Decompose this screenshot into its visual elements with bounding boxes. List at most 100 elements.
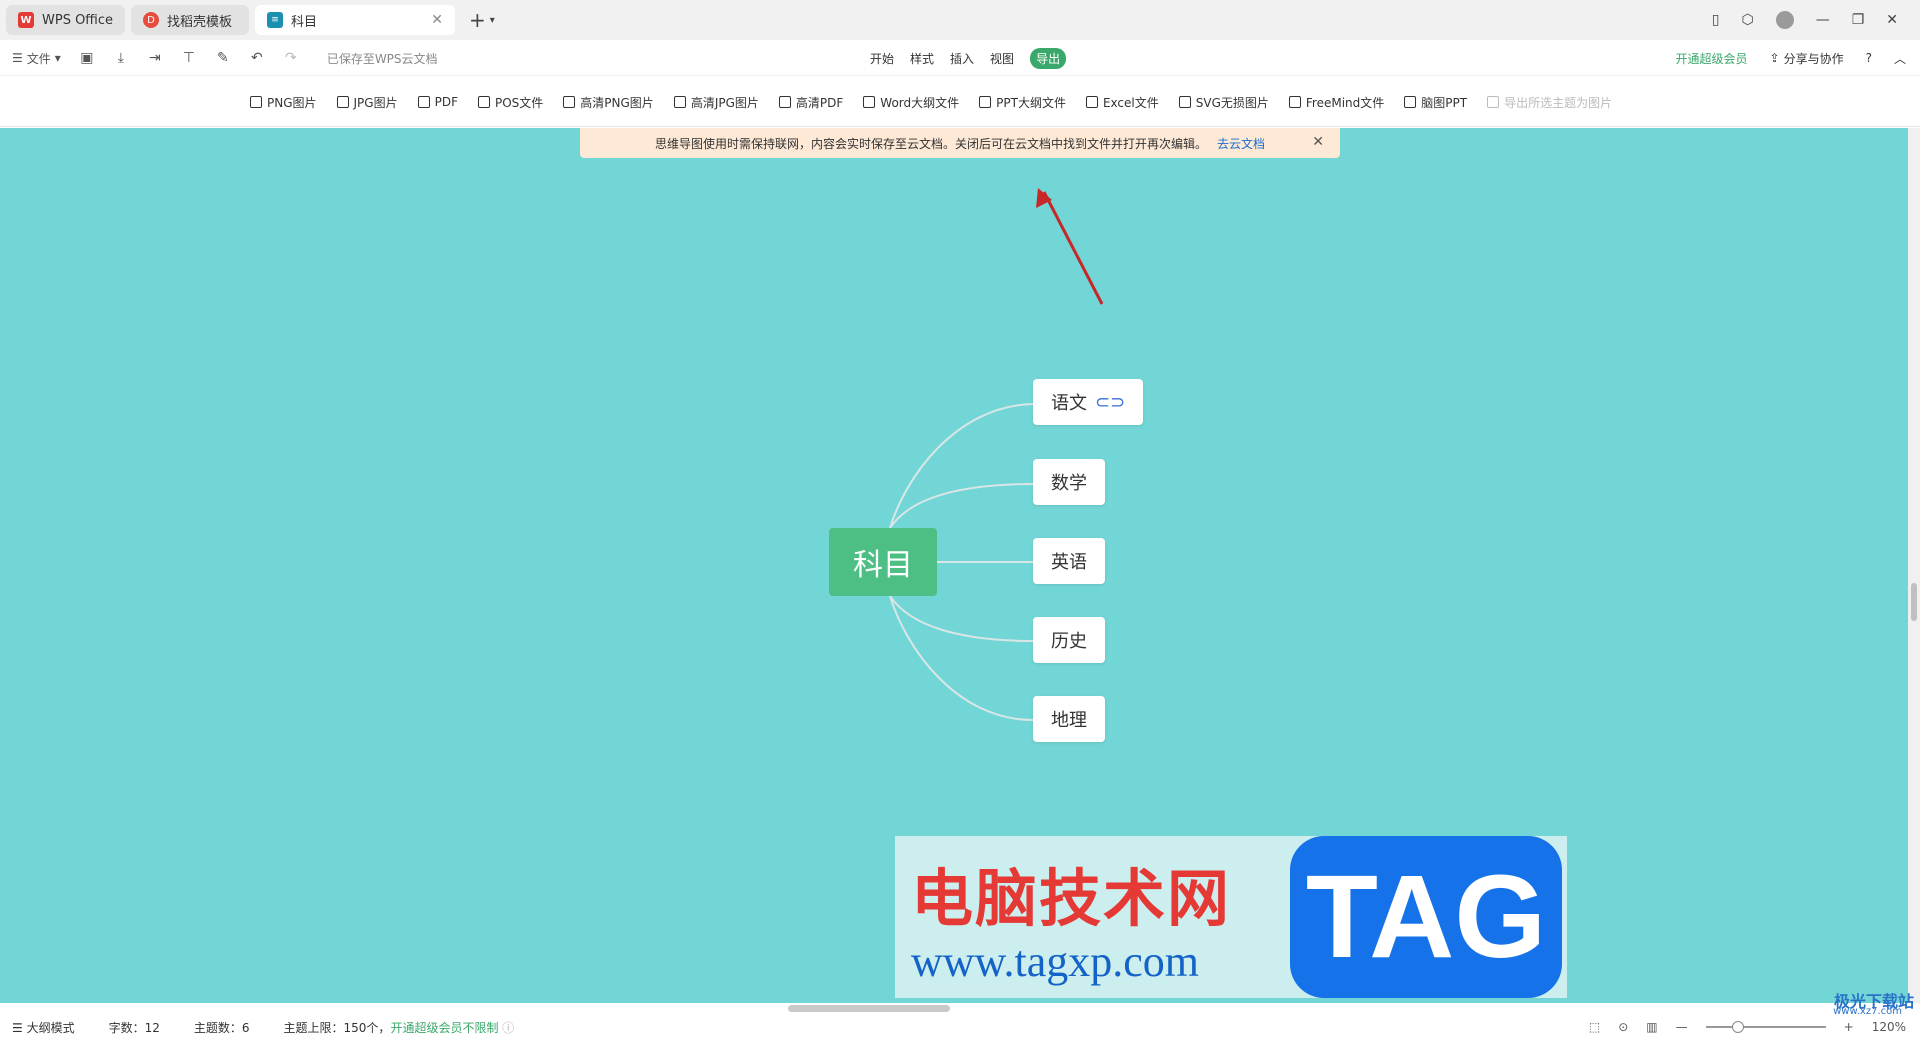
export-options: PNG图片 JPG图片 PDF POS文件 高清PNG图片 高清JPG图片 高清… [250, 77, 1612, 127]
format-painter-icon[interactable]: ⊤ [181, 50, 197, 66]
mindmap-file-icon: ≡ [267, 12, 284, 28]
ppt-icon [979, 96, 992, 108]
outline-mode-label: 大纲模式 [26, 1020, 75, 1035]
save-icon[interactable]: ▣ [79, 50, 95, 66]
help-icon[interactable]: ? [1866, 51, 1872, 65]
export-hd-jpg-button[interactable]: 高清JPG图片 [673, 94, 759, 111]
pdf-icon [417, 96, 430, 108]
export-ribbon: PNG图片 JPG图片 PDF POS文件 高清PNG图片 高清JPG图片 高清… [0, 77, 1920, 127]
close-icon[interactable]: ✕ [431, 12, 443, 28]
zoom-slider-thumb[interactable] [1731, 1021, 1744, 1033]
zoom-level[interactable]: 120% [1872, 1020, 1906, 1034]
undo-icon[interactable]: ↶ [249, 50, 265, 66]
map-icon[interactable]: ▥ [1646, 1020, 1657, 1034]
export-hd-png-button[interactable]: 高清PNG图片 [563, 94, 654, 111]
new-tab-button[interactable]: + [469, 8, 486, 32]
export-svg-button[interactable]: SVG无损图片 [1178, 94, 1269, 111]
vertical-scrollbar[interactable] [1908, 128, 1920, 1003]
avatar[interactable] [1775, 11, 1794, 29]
zoom-in-icon[interactable]: + [1844, 1020, 1854, 1034]
export-pos-button[interactable]: POS文件 [477, 94, 544, 111]
mindmap-ppt-icon [1404, 96, 1417, 108]
outline-mode-button[interactable]: ☰ 大纲模式 [12, 1019, 75, 1036]
excel-icon [1085, 96, 1098, 108]
horizontal-scroll-thumb[interactable] [788, 1005, 950, 1012]
export-ppt-outline-button[interactable]: PPT大纲文件 [979, 94, 1066, 111]
export-freemind-button[interactable]: FreeMind文件 [1288, 94, 1385, 111]
chevron-down-icon[interactable]: ▾ [490, 15, 495, 26]
pen-icon[interactable]: ✎ [215, 50, 231, 66]
export-hd-pdf-button[interactable]: 高清PDF [778, 94, 844, 111]
select-icon[interactable]: ⬚ [1589, 1020, 1600, 1034]
menu-right-actions: 开通超级会员 ⇪ 分享与协作 ? ︿ [1676, 40, 1906, 76]
tab-label: 科目 [291, 14, 318, 30]
zoom-out-icon[interactable]: — [1676, 1020, 1688, 1034]
export-png-button[interactable]: PNG图片 [250, 94, 317, 111]
ribbon-item-label: POS文件 [494, 95, 544, 110]
file-menu-button[interactable]: ☰ 文件 ▾ [12, 50, 61, 67]
ribbon-item-label: PPT大纲文件 [996, 95, 1066, 110]
main-menu-tabs: 开始 样式 插入 视图 导出 [870, 40, 1067, 76]
ribbon-item-label: 脑图PPT [1421, 95, 1468, 110]
minimize-icon[interactable]: — [1816, 12, 1830, 28]
word-icon [863, 96, 876, 108]
watermark-url: www.tagxp.com [911, 937, 1199, 986]
vertical-scroll-thumb[interactable] [1911, 583, 1917, 621]
cube-icon[interactable]: ⬡ [1741, 12, 1753, 28]
help-circle-icon[interactable]: ⓘ [502, 1021, 514, 1035]
topic-count: 主题数：6 [193, 1020, 250, 1035]
zoom-slider[interactable] [1705, 1021, 1826, 1033]
docer-logo-icon: D [143, 12, 160, 28]
status-left: ☰ 大纲模式 字数：12 主题数：6 主题上限：150个，开通超级会员不限制 ⓘ [0, 1019, 514, 1036]
ribbon-item-label: 高清PDF [795, 95, 844, 110]
chevron-down-icon: ▾ [54, 51, 61, 65]
redo-icon[interactable]: ↷ [283, 50, 299, 66]
layout-icon[interactable]: ▯ [1712, 12, 1720, 28]
svg-icon [1178, 96, 1191, 108]
image-icon [336, 96, 349, 108]
file-menu-label: 文件 [26, 51, 51, 66]
menu-tab-view[interactable]: 视图 [990, 50, 1014, 67]
vip-unlimited-link[interactable]: 开通超级会员不限制 [390, 1021, 498, 1035]
export-pdf-button[interactable]: PDF [417, 95, 458, 109]
ribbon-item-label: SVG无损图片 [1195, 95, 1269, 110]
download-icon[interactable]: ⤓ [113, 50, 129, 66]
export-icon[interactable]: ⇥ [147, 50, 163, 66]
tab-mindmap-document[interactable]: ≡ 科目 ✕ [255, 5, 456, 35]
restore-icon[interactable]: ❐ [1852, 12, 1865, 28]
quick-tools: ☰ 文件 ▾ ▣ ⤓ ⇥ ⊤ ✎ ↶ ↷ 已保存至WPS云文档 [12, 40, 438, 76]
ribbon-item-label: PNG图片 [267, 95, 317, 110]
hd-pdf-icon [778, 96, 791, 108]
ribbon-item-label: JPG图片 [353, 95, 398, 110]
topic-limit: 主题上限：150个，开通超级会员不限制 ⓘ [284, 1019, 515, 1036]
ribbon-item-label: Word大纲文件 [880, 95, 960, 110]
list-icon: ☰ [12, 1020, 23, 1035]
topic-limit-label: 主题上限：150个， [283, 1020, 391, 1035]
share-icon: ⇪ [1769, 51, 1780, 65]
tab-docer-templates[interactable]: D 找稻壳模板 [131, 5, 250, 35]
share-button[interactable]: ⇪ 分享与协作 [1770, 50, 1844, 67]
pos-icon [477, 96, 490, 108]
hd-image-icon [563, 96, 576, 108]
close-window-icon[interactable]: ✕ [1886, 12, 1898, 28]
export-selected-topic-button[interactable]: 导出所选主题为图片 [1487, 94, 1612, 111]
brand-badge-url: www.xz7.com [1833, 1006, 1902, 1017]
mindmap-canvas[interactable]: 思维导图使用时需保持联网，内容会实时保存至云文档。关闭后可在云文档中找到文件并打… [0, 128, 1908, 1003]
collapse-ribbon-icon[interactable]: ︿ [1894, 50, 1906, 67]
export-jpg-button[interactable]: JPG图片 [336, 94, 398, 111]
menu-tab-style[interactable]: 样式 [910, 50, 934, 67]
locate-icon[interactable]: ⊙ [1618, 1020, 1628, 1034]
image-icon [1487, 96, 1500, 108]
ribbon-item-label: FreeMind文件 [1305, 95, 1385, 110]
menu-bar: ☰ 文件 ▾ ▣ ⤓ ⇥ ⊤ ✎ ↶ ↷ 已保存至WPS云文档 开始 样式 插入… [0, 40, 1920, 76]
menu-tab-export[interactable]: 导出 [1030, 47, 1067, 69]
menu-tab-start[interactable]: 开始 [870, 50, 894, 67]
export-word-outline-button[interactable]: Word大纲文件 [863, 94, 959, 111]
hd-image-icon [673, 96, 686, 108]
menu-tab-insert[interactable]: 插入 [950, 50, 974, 67]
upgrade-vip-link[interactable]: 开通超级会员 [1676, 50, 1748, 67]
export-mindmap-ppt-button[interactable]: 脑图PPT [1404, 94, 1467, 111]
export-excel-button[interactable]: Excel文件 [1085, 94, 1159, 111]
freemind-icon [1288, 96, 1301, 108]
tab-wps-office[interactable]: W WPS Office [6, 5, 126, 35]
